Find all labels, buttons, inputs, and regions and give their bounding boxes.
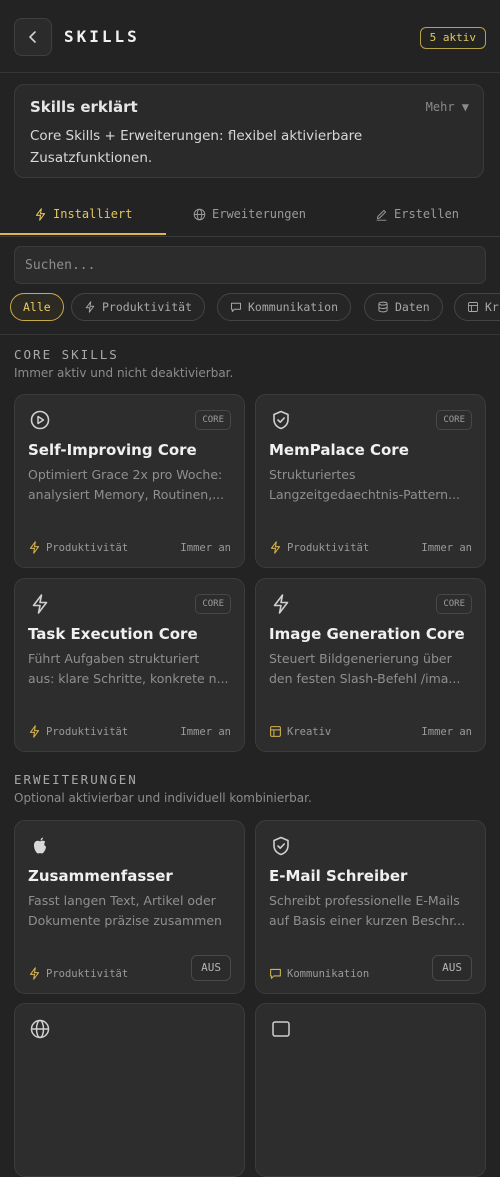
- bolt-icon: [29, 967, 40, 980]
- chip-label: Daten: [395, 300, 430, 314]
- chevron-left-icon: [29, 31, 36, 43]
- info-text: Core Skills + Erweiterungen: flexibel ak…: [30, 128, 363, 166]
- chat-icon: [231, 302, 241, 312]
- bolt-icon: [32, 594, 48, 614]
- skill-name: Self-Improving Core: [28, 441, 197, 459]
- skill-description: Strukturiertes Langzeitgedaechtnis-Patter…: [269, 467, 461, 502]
- active-count-badge: 5 aktiv: [419, 27, 486, 49]
- globe-icon: [30, 1019, 50, 1039]
- chip-label: Kr: [485, 300, 499, 314]
- skill-category: Produktivität: [269, 541, 369, 554]
- chip-label: Alle: [23, 300, 51, 314]
- header: SKILLS 5 aktiv: [0, 0, 500, 73]
- apple-icon: [34, 837, 46, 854]
- core-tag: CORE: [195, 410, 231, 430]
- bolt-icon: [29, 725, 40, 738]
- chip-kommunikation[interactable]: Kommunikation: [217, 293, 352, 321]
- chip-daten[interactable]: Daten: [364, 293, 443, 321]
- layout-icon: [272, 1021, 290, 1037]
- skill-status: Immer an: [180, 726, 231, 738]
- play-circle-icon: [30, 410, 50, 430]
- toggle-button[interactable]: AUS: [432, 955, 472, 981]
- chip-kreativ[interactable]: Kr: [454, 293, 500, 321]
- skill-card-partial[interactable]: [255, 1003, 486, 1177]
- skill-description: Fasst langen Text, Artikel oder Dokumente…: [28, 893, 222, 928]
- search-input[interactable]: [14, 246, 486, 284]
- bolt-icon: [35, 207, 46, 221]
- skill-description: Schreibt professionelle E-Mails auf Basis…: [269, 893, 466, 928]
- chip-label: Kommunikation: [248, 300, 339, 314]
- tab-installiert[interactable]: Installiert: [34, 192, 132, 236]
- skill-card-mempalace[interactable]: CORE MemPalace Core Strukturiertes Langze…: [255, 394, 486, 568]
- pen-icon: [376, 209, 387, 221]
- toggle-button[interactable]: AUS: [191, 955, 231, 981]
- skill-name: E-Mail Schreiber: [269, 867, 408, 885]
- skill-status: Immer an: [421, 726, 472, 738]
- tab-erstellen[interactable]: Erstellen: [375, 192, 459, 236]
- filter-chips: Alle Produktivität Kommunikation Daten K…: [10, 293, 500, 323]
- core-tag: CORE: [436, 594, 472, 614]
- skill-category: Produktivität: [28, 967, 128, 980]
- bolt-icon: [29, 541, 40, 554]
- tab-label: Installiert: [53, 207, 133, 221]
- skill-name: MemPalace Core: [269, 441, 409, 459]
- info-card: Skills erklärt Mehr ▼ Core Skills + Erwe…: [14, 84, 484, 178]
- chip-alle[interactable]: Alle: [10, 293, 64, 321]
- shield-check-icon: [273, 836, 289, 856]
- skill-category: Kreativ: [269, 725, 331, 738]
- layout-icon: [270, 726, 281, 737]
- skill-card-image-generation[interactable]: CORE Image Generation Core Steuert Bildg…: [255, 578, 486, 752]
- chat-icon: [270, 968, 281, 979]
- skill-card-zusammenfasser[interactable]: Zusammenfasser Fasst langen Text, Artike…: [14, 820, 245, 994]
- bolt-icon: [85, 301, 95, 313]
- skill-description: Optimiert Grace 2x pro Woche: analysiert …: [28, 467, 225, 502]
- skill-category: Produktivität: [28, 725, 128, 738]
- skill-name: Zusammenfasser: [28, 867, 173, 885]
- info-title: Skills erklärt: [30, 98, 138, 116]
- bolt-icon: [270, 541, 281, 554]
- skill-category: Kommunikation: [269, 967, 369, 980]
- skill-card-task-execution[interactable]: CORE Task Execution Core Führt Aufgaben …: [14, 578, 245, 752]
- layout-icon: [468, 302, 478, 312]
- divider: [0, 334, 500, 335]
- database-icon: [378, 301, 388, 313]
- skill-description: Führt Aufgaben strukturiert aus: klare Sc…: [28, 651, 229, 686]
- skill-card-partial[interactable]: [14, 1003, 245, 1177]
- back-button[interactable]: [14, 18, 52, 56]
- skill-card-email-schreiber[interactable]: E-Mail Schreiber Schreibt professionelle…: [255, 820, 486, 994]
- skill-name: Image Generation Core: [269, 625, 465, 643]
- chip-label: Produktivität: [102, 300, 193, 314]
- chip-produktivitaet[interactable]: Produktivität: [71, 293, 206, 321]
- skill-description: Steuert Bildgenerierung über den festen S…: [269, 651, 461, 686]
- bolt-icon: [273, 594, 289, 614]
- section-title-extensions: ERWEITERUNGEN: [14, 772, 138, 787]
- core-tag: CORE: [436, 410, 472, 430]
- page-title: SKILLS: [64, 27, 140, 46]
- tab-label: Erweiterungen: [212, 207, 306, 221]
- section-subtitle-core: Immer aktiv und nicht deaktivierbar.: [14, 366, 234, 380]
- core-tag: CORE: [195, 594, 231, 614]
- shield-check-icon: [273, 410, 289, 430]
- tab-label: Erstellen: [394, 207, 460, 221]
- skill-name: Task Execution Core: [28, 625, 198, 643]
- globe-icon: [193, 208, 206, 220]
- skill-status: Immer an: [421, 542, 472, 554]
- more-toggle[interactable]: Mehr ▼: [426, 100, 469, 114]
- section-title-core: CORE SKILLS: [14, 347, 119, 362]
- skill-category: Produktivität: [28, 541, 128, 554]
- tab-erweiterungen[interactable]: Erweiterungen: [193, 192, 306, 236]
- skill-status: Immer an: [180, 542, 231, 554]
- skill-card-self-improving[interactable]: CORE Self-Improving Core Optimiert Grace…: [14, 394, 245, 568]
- tab-bar: Installiert Erweiterungen Erstellen: [0, 192, 500, 237]
- section-subtitle-extensions: Optional aktivierbar und individuell kom…: [14, 791, 312, 805]
- active-tab-indicator: [0, 233, 166, 235]
